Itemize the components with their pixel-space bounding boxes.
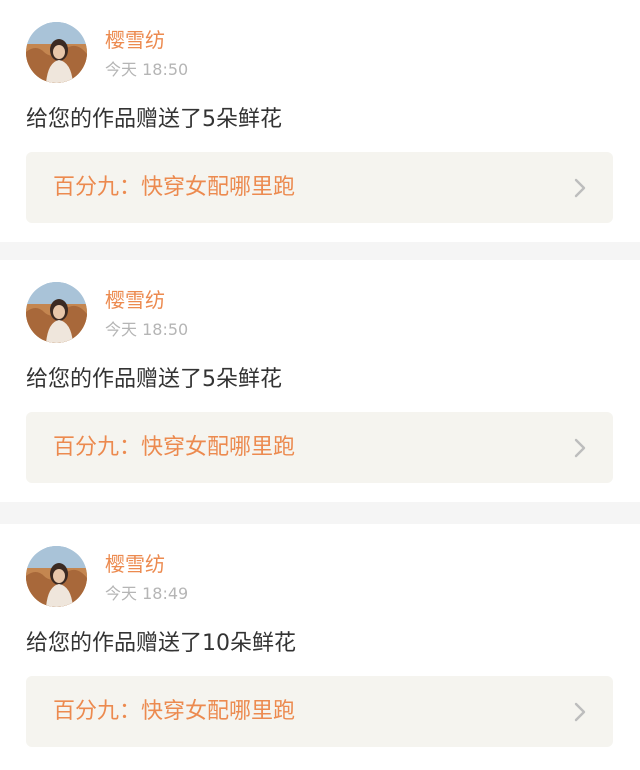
notification-card: 樱雪纺 今天 18:50 给您的作品赠送了5朵鲜花 百分九：快穿女配哪里跑 bbox=[0, 260, 640, 502]
book-title: 百分九：快穿女配哪里跑 bbox=[53, 175, 296, 200]
timestamp: 今天 18:50 bbox=[105, 320, 189, 339]
user-avatar[interactable] bbox=[26, 546, 87, 607]
avatar-photo-icon bbox=[26, 22, 87, 83]
notification-card: 樱雪纺 今天 18:49 给您的作品赠送了10朵鲜花 百分九：快穿女配哪里跑 bbox=[0, 524, 640, 770]
notification-feed: 樱雪纺 今天 18:50 给您的作品赠送了5朵鲜花 百分九：快穿女配哪里跑 樱雪… bbox=[0, 0, 640, 770]
chevron-right-icon bbox=[573, 438, 587, 458]
notification-card: 樱雪纺 今天 18:50 给您的作品赠送了5朵鲜花 百分九：快穿女配哪里跑 bbox=[0, 0, 640, 242]
book-link-button[interactable]: 百分九：快穿女配哪里跑 bbox=[26, 676, 613, 747]
book-link-button[interactable]: 百分九：快穿女配哪里跑 bbox=[26, 412, 613, 483]
user-avatar[interactable] bbox=[26, 22, 87, 83]
chevron-right-icon bbox=[573, 178, 587, 198]
timestamp: 今天 18:49 bbox=[105, 584, 189, 603]
book-title: 百分九：快穿女配哪里跑 bbox=[53, 699, 296, 724]
avatar-photo-icon bbox=[26, 546, 87, 607]
avatar-photo-icon bbox=[26, 282, 87, 343]
username[interactable]: 樱雪纺 bbox=[105, 287, 165, 313]
gift-message: 给您的作品赠送了5朵鲜花 bbox=[26, 367, 282, 392]
user-avatar[interactable] bbox=[26, 282, 87, 343]
chevron-right-icon bbox=[573, 702, 587, 722]
timestamp: 今天 18:50 bbox=[105, 60, 189, 79]
username[interactable]: 樱雪纺 bbox=[105, 27, 165, 53]
gift-message: 给您的作品赠送了5朵鲜花 bbox=[26, 107, 282, 132]
book-link-button[interactable]: 百分九：快穿女配哪里跑 bbox=[26, 152, 613, 223]
gift-message: 给您的作品赠送了10朵鲜花 bbox=[26, 631, 296, 656]
username[interactable]: 樱雪纺 bbox=[105, 551, 165, 577]
book-title: 百分九：快穿女配哪里跑 bbox=[53, 435, 296, 460]
